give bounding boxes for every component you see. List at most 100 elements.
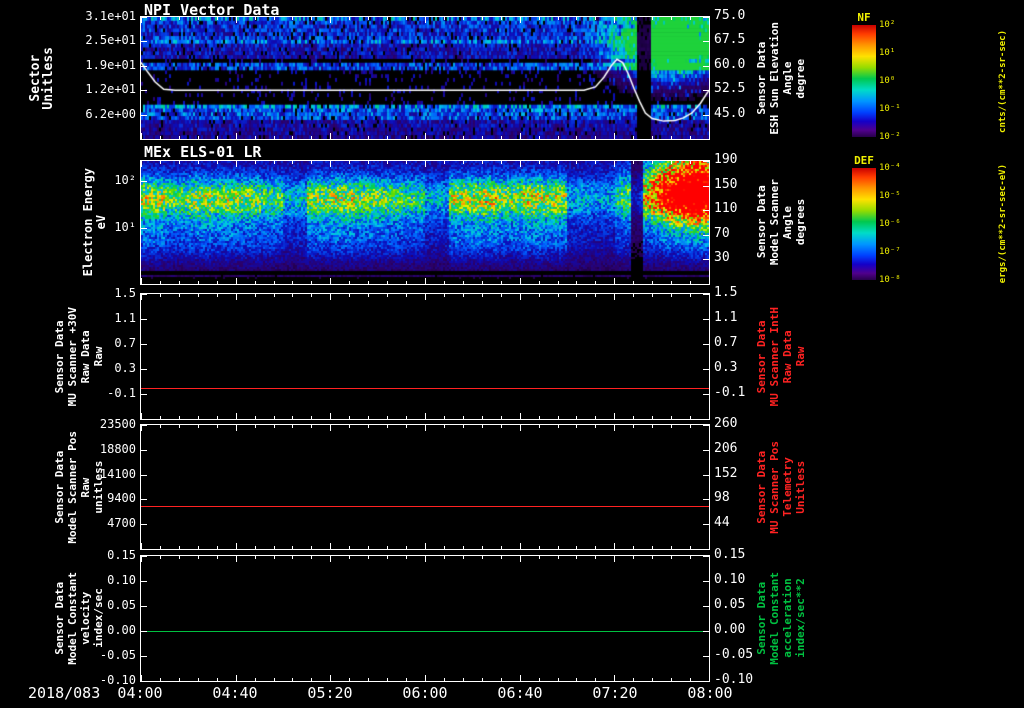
x-tick-mark <box>406 161 407 164</box>
x-tick-mark <box>463 17 464 20</box>
x-tick-mark <box>179 678 180 681</box>
y-tick-mark <box>703 66 709 67</box>
panel-3-right-axis-label: Sensor Data MU Scanner IntH Raw Data Raw <box>752 293 810 420</box>
x-tick-mark <box>236 133 237 139</box>
x-tick-mark <box>179 425 180 428</box>
x-tick-mark <box>463 678 464 681</box>
x-tick-mark <box>444 294 445 297</box>
x-tick-mark <box>160 294 161 297</box>
panel-1-right-axis-label-text: Sensor Data ESH Sun Elevation Angle degree <box>755 21 807 135</box>
x-tick-mark <box>330 294 331 300</box>
x-tick-mark <box>614 556 615 562</box>
y-tick-mark <box>703 259 709 260</box>
x-tick-mark <box>614 413 615 419</box>
x-tick-mark <box>255 161 256 164</box>
x-tick-mark <box>179 416 180 419</box>
panel-1-left-axis-label-text: Sector Unitless <box>28 46 56 110</box>
y-tick-mark <box>141 319 147 320</box>
x-tick-mark <box>576 136 577 139</box>
x-tick-mark <box>387 425 388 428</box>
x-tick-mark <box>444 425 445 428</box>
x-tick-mark <box>463 294 464 297</box>
x-tick-mark <box>349 556 350 559</box>
x-tick-mark <box>406 17 407 20</box>
x-tick-mark <box>292 294 293 297</box>
x-tick-mark <box>709 278 710 284</box>
x-tick-mark <box>652 136 653 139</box>
panel-5-left-axis-label: Sensor Data Model Constant velocity index/s… <box>50 555 108 682</box>
x-tick-mark <box>236 413 237 419</box>
x-tick-mark <box>425 425 426 431</box>
x-tick-mark <box>595 17 596 20</box>
x-tick-mark <box>444 17 445 20</box>
x-tick-mark <box>652 678 653 681</box>
x-tick-mark <box>690 556 691 559</box>
x-tick-mark <box>406 425 407 428</box>
colorbar-tick-label: 10⁻⁸ <box>879 275 901 285</box>
x-tick-mark <box>387 678 388 681</box>
y-tick-mark <box>703 210 709 211</box>
x-tick-mark <box>709 543 710 549</box>
x-tick-mark <box>595 416 596 419</box>
x-tick-mark <box>141 543 142 549</box>
x-tick-mark <box>671 136 672 139</box>
x-tick-mark <box>558 281 559 284</box>
y-tick-mark <box>703 186 709 187</box>
x-tick-mark <box>292 425 293 428</box>
x-tick-mark <box>198 294 199 297</box>
x-tick-mark <box>217 416 218 419</box>
x-tick-mark <box>652 556 653 559</box>
colorbar-nf-units: cnts/(cm**2-sr-sec) <box>990 10 1016 152</box>
y-tick-mark <box>703 115 709 116</box>
x-tick-mark <box>217 556 218 559</box>
x-tick-mark <box>330 425 331 431</box>
x-tick-mark <box>633 294 634 297</box>
x-tick-mark <box>444 281 445 284</box>
x-tick-mark <box>349 678 350 681</box>
plot-stage: NPI Vector Data MEx ELS-01 LR 2018/083 0… <box>0 0 1024 708</box>
x-tick-mark <box>236 278 237 284</box>
x-tick-mark <box>595 678 596 681</box>
x-tick-mark <box>274 294 275 297</box>
y-tick-mark <box>141 681 147 682</box>
x-tick-mark <box>425 17 426 23</box>
x-tick-mark <box>292 546 293 549</box>
x-tick-mark <box>198 161 199 164</box>
x-tick-mark <box>690 425 691 428</box>
x-tick-mark <box>633 678 634 681</box>
colorbar-nf-label: NF <box>857 11 871 24</box>
x-tick-mark <box>160 416 161 419</box>
x-tick-mark <box>595 161 596 164</box>
x-tick-mark <box>482 556 483 559</box>
x-tick-mark <box>330 543 331 549</box>
x-tick-mark <box>576 425 577 428</box>
x-tick-mark <box>671 161 672 164</box>
x-tick-mark <box>520 294 521 300</box>
x-tick-mark <box>614 278 615 284</box>
panel-5-right-axis-label-text: Sensor Data Model Constant acceleration ind… <box>755 572 807 665</box>
colorbar-tick-label: 10⁻⁴ <box>879 163 901 173</box>
x-tick-mark <box>482 281 483 284</box>
panel-3-right-axis-label-text: Sensor Data MU Scanner IntH Raw Data Raw <box>755 306 807 407</box>
x-tick-mark <box>690 416 691 419</box>
x-tick-mark <box>425 278 426 284</box>
x-tick-mark <box>652 425 653 428</box>
x-tick-mark <box>255 425 256 428</box>
x-tick-mark <box>274 425 275 428</box>
x-tick-mark <box>501 281 502 284</box>
x-tick-mark <box>671 546 672 549</box>
x-tick-mark <box>463 425 464 428</box>
x-tick-mark <box>633 281 634 284</box>
colorbar-def-label: DEF <box>854 154 874 167</box>
x-tick-mark <box>558 416 559 419</box>
x-tick-mark <box>349 416 350 419</box>
x-tick-mark <box>576 416 577 419</box>
panel-3-left-axis-label: Sensor Data MU Scanner +30V Raw Data Raw <box>50 293 108 420</box>
y-tick-mark <box>141 581 147 582</box>
x-tick-mark <box>709 675 710 681</box>
x-tick-mark <box>387 546 388 549</box>
y-tick-mark <box>141 90 147 91</box>
x-tick-mark <box>217 161 218 164</box>
x-tick-mark <box>709 161 710 167</box>
els-spectrogram-canvas <box>141 161 709 284</box>
